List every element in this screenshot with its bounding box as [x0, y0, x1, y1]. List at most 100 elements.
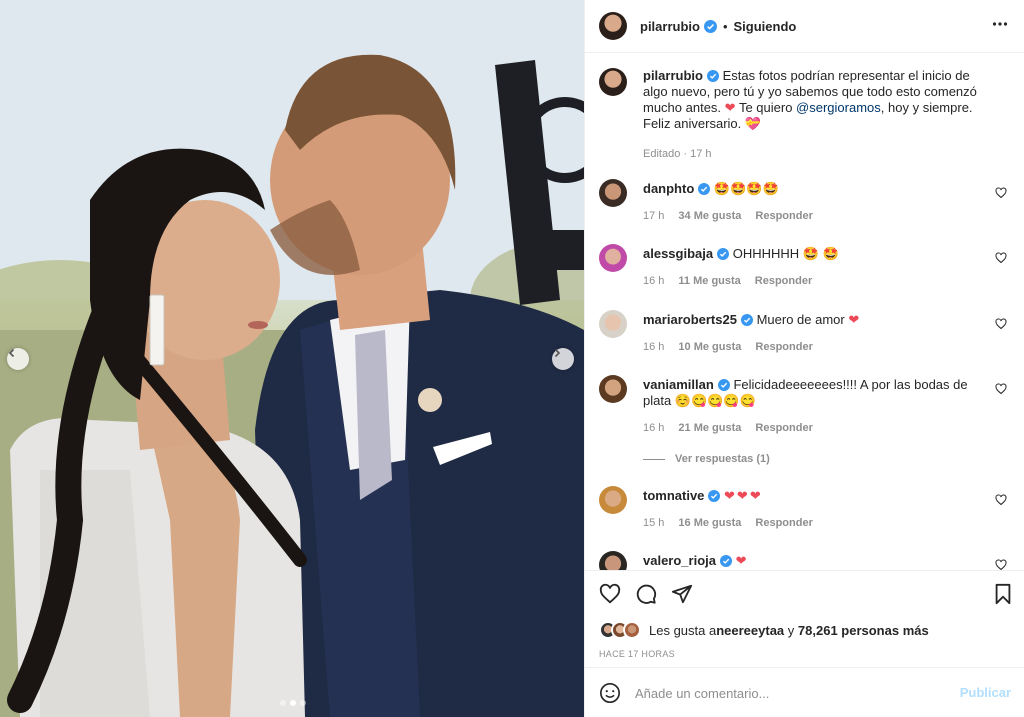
heart-emoji: 💝: [744, 116, 762, 131]
comment-body: 🤩🤩🤩🤩: [713, 181, 779, 196]
share-icon[interactable]: [671, 583, 693, 605]
edited-label: Editado · 17 h: [643, 148, 712, 160]
comment-time: 16 h: [643, 275, 665, 287]
avatar[interactable]: [599, 179, 627, 207]
comment-meta: 16 h 11 Me gusta Responder: [643, 275, 812, 287]
heart-icon[interactable]: [995, 383, 1007, 395]
comment-time: 17 h: [643, 210, 665, 222]
heart-icon[interactable]: [995, 318, 1007, 330]
comment-username[interactable]: mariaroberts25: [643, 312, 737, 327]
carousel-dot-active: [290, 700, 296, 706]
reply-button[interactable]: Responder: [755, 517, 812, 529]
carousel-prev-button[interactable]: [7, 348, 29, 370]
publish-button[interactable]: Publicar: [960, 685, 1011, 700]
comment-username[interactable]: vaniamillan: [643, 377, 714, 392]
action-bar: [599, 583, 693, 605]
avatar[interactable]: [599, 68, 627, 96]
comment-username[interactable]: alessgibaja: [643, 246, 713, 261]
comment-username[interactable]: tomnative: [643, 488, 704, 503]
add-comment-bar: Publicar: [585, 667, 1024, 717]
comment-icon[interactable]: [635, 583, 657, 605]
likes-summary: Les gusta a neereeytaa y 78,261 personas…: [599, 621, 929, 639]
comment-likes[interactable]: 10 Me gusta: [678, 341, 741, 353]
author-username[interactable]: pilarrubio: [640, 19, 700, 34]
liker-username[interactable]: neereeytaa: [716, 623, 784, 638]
comment-time: 15 h: [643, 517, 665, 529]
heart-icon[interactable]: [995, 252, 1007, 264]
comment-text: valero_rioja ❤: [643, 553, 983, 569]
comment-text: tomnative ❤❤❤: [643, 488, 983, 504]
comment-text: danphto 🤩🤩🤩🤩: [643, 181, 983, 197]
comment-time: 16 h: [643, 422, 665, 434]
carousel-dot: [300, 700, 306, 706]
comment-likes[interactable]: 21 Me gusta: [678, 422, 741, 434]
caption-username[interactable]: pilarrubio: [643, 68, 703, 83]
carousel-indicator: [280, 700, 306, 706]
caption-body-mid: Te quiero: [735, 100, 797, 115]
comment-likes[interactable]: 34 Me gusta: [678, 210, 741, 222]
comment-username[interactable]: danphto: [643, 181, 694, 196]
comment-body: OHHHHHH 🤩 🤩: [732, 246, 839, 261]
comment-meta: 16 h 21 Me gusta Responder: [643, 422, 813, 434]
likes-mid: y: [784, 622, 798, 638]
view-replies[interactable]: Ver respuestas (1): [643, 453, 770, 465]
verified-badge-icon: [703, 19, 717, 33]
avatar[interactable]: [599, 551, 627, 570]
reply-button[interactable]: Responder: [755, 275, 812, 287]
view-replies-button[interactable]: Ver respuestas (1): [675, 453, 770, 465]
avatar[interactable]: [599, 310, 627, 338]
carousel-next-button[interactable]: [552, 348, 574, 370]
heart-icon[interactable]: [599, 583, 621, 605]
reply-button[interactable]: Responder: [755, 341, 812, 353]
carousel-dot: [280, 700, 286, 706]
comment-text: alessgibaja OHHHHHH 🤩 🤩: [643, 246, 983, 262]
reply-button[interactable]: Responder: [755, 422, 812, 434]
comment-meta: 15 h 16 Me gusta Responder: [643, 517, 813, 529]
verified-badge-icon: [717, 248, 730, 260]
heart-icon[interactable]: [995, 494, 1007, 506]
bookmark-icon[interactable]: [993, 583, 1013, 605]
likes-count[interactable]: 78,261 personas más: [798, 623, 929, 638]
mention-link[interactable]: @sergioramos: [796, 100, 881, 115]
post-photo[interactable]: [0, 0, 584, 717]
likes-prefix: Les gusta a: [649, 622, 717, 638]
wedding-photo-illustration: [0, 0, 584, 717]
red-heart-emoji: ❤: [848, 312, 860, 327]
comment-text: vaniamillan Felicidadeeeeeees!!!! A por …: [643, 377, 983, 409]
liker-avatars: [599, 621, 641, 639]
comment-meta: 17 h 34 Me gusta Responder: [643, 210, 813, 222]
avatar[interactable]: [599, 244, 627, 272]
verified-badge-icon: [698, 183, 711, 195]
comment-body: Muero de amor: [756, 312, 845, 327]
avatar[interactable]: [623, 621, 641, 639]
verified-badge-icon: [706, 70, 719, 82]
comment-text: mariaroberts25 Muero de amor ❤: [643, 312, 983, 328]
reply-button[interactable]: Responder: [755, 210, 812, 222]
separator: •: [722, 18, 728, 34]
post-header: pilarrubio • Siguiendo: [585, 0, 1024, 53]
following-button[interactable]: Siguiendo: [734, 19, 797, 34]
chevron-left-icon: [8, 348, 15, 358]
verified-badge-icon: [740, 314, 753, 326]
comment-input[interactable]: [635, 685, 955, 701]
avatar[interactable]: [599, 375, 627, 403]
more-icon[interactable]: [992, 16, 1008, 32]
verified-badge-icon: [717, 379, 730, 391]
red-heart-emoji: ❤: [735, 553, 747, 568]
avatar[interactable]: [599, 486, 627, 514]
comment-time: 16 h: [643, 341, 665, 353]
post-panel: pilarrubio • Siguiendo pilarrubio Estas …: [584, 0, 1024, 717]
post-actions: Les gusta a neereeytaa y 78,261 personas…: [585, 570, 1024, 717]
red-heart-emoji: ❤: [724, 100, 736, 115]
heart-icon[interactable]: [995, 187, 1007, 199]
avatar[interactable]: [599, 12, 627, 40]
replies-divider: [643, 458, 665, 460]
comment-likes[interactable]: 11 Me gusta: [678, 275, 740, 287]
red-hearts-emoji: ❤❤❤: [724, 488, 763, 503]
comments-list[interactable]: pilarrubio Estas fotos podrían represent…: [585, 54, 1024, 570]
heart-icon[interactable]: [995, 559, 1007, 570]
emoji-icon[interactable]: [599, 682, 621, 704]
comment-username[interactable]: valero_rioja: [643, 553, 716, 568]
chevron-right-icon: [554, 348, 561, 358]
comment-likes[interactable]: 16 Me gusta: [678, 517, 741, 529]
